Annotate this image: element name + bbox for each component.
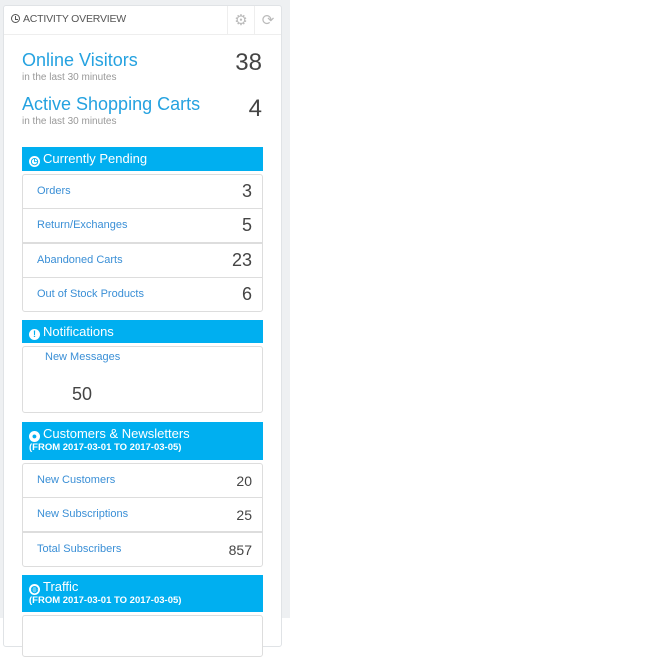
pending-item-orders[interactable]: Orders 3 (23, 175, 262, 209)
pending-item-label[interactable]: Out of Stock Products (37, 288, 144, 300)
new-messages-value: 50 (72, 384, 93, 404)
traffic-title: Traffic (43, 579, 79, 594)
online-visitors-subtitle: in the last 30 minutes (22, 72, 117, 83)
notifications-section-header: ! Notifications (22, 320, 263, 343)
clock-icon: ◷ (29, 156, 40, 167)
customers-item-value: 857 (228, 542, 252, 558)
pending-item-label[interactable]: Return/Exchanges (37, 219, 128, 231)
panel-title-text: Activity Overview (23, 13, 126, 25)
online-visitors-link[interactable]: Online Visitors (22, 50, 138, 71)
pending-item-value: 5 (241, 215, 252, 235)
pending-item-returns[interactable]: Return/Exchanges 5 (23, 209, 262, 244)
customers-list: New Customers 20 New Subscriptions 25 To… (22, 463, 263, 567)
customers-item-new-subscriptions[interactable]: New Subscriptions 25 (23, 498, 262, 533)
customers-item-total-subscribers[interactable]: Total Subscribers 857 (23, 533, 262, 566)
pending-item-value: 6 (241, 284, 252, 304)
traffic-box (22, 615, 263, 657)
customers-item-value: 25 (236, 507, 252, 523)
refresh-button[interactable]: ⟳ (254, 6, 281, 34)
pending-list: Orders 3 Return/Exchanges 5 Abandoned Ca… (22, 174, 263, 312)
gear-icon: ⚙ (234, 11, 248, 29)
configure-button[interactable]: ⚙ (227, 6, 254, 34)
panel-title: Activity Overview (11, 13, 126, 25)
user-icon: ● (29, 431, 40, 442)
activity-overview-panel: Activity Overview ⚙ ⟳ Online Visitors in… (3, 5, 282, 657)
traffic-section-header: ◍ Traffic (FROM 2017-03-01 TO 2017-03-05) (22, 575, 263, 612)
active-carts-value: 4 (248, 95, 262, 122)
panel-header: Activity Overview ⚙ ⟳ (4, 6, 281, 35)
online-visitors-stat: Online Visitors in the last 30 minutes (22, 50, 138, 83)
active-carts-link[interactable]: Active Shopping Carts (22, 94, 200, 115)
notifications-box: New Messages 50 (22, 346, 263, 413)
customers-item-label[interactable]: Total Subscribers (37, 543, 121, 555)
traffic-date-range: (FROM 2017-03-01 TO 2017-03-05) (29, 595, 182, 606)
refresh-icon: ⟳ (261, 11, 275, 29)
customers-date-range: (FROM 2017-03-01 TO 2017-03-05) (29, 442, 182, 453)
pending-item-label[interactable]: Orders (37, 185, 71, 197)
globe-icon: ◍ (29, 584, 40, 595)
pending-item-value: 23 (231, 250, 252, 270)
pending-section-header: ◷ Currently Pending (22, 147, 263, 171)
customers-item-label[interactable]: New Subscriptions (37, 508, 128, 520)
pending-title: Currently Pending (43, 151, 148, 166)
pending-item-value: 3 (241, 181, 252, 201)
pending-item-label[interactable]: Abandoned Carts (37, 254, 123, 266)
clock-icon (11, 14, 20, 23)
exclamation-icon: ! (29, 329, 40, 340)
customers-item-label[interactable]: New Customers (37, 474, 115, 486)
customers-item-value: 20 (236, 473, 252, 489)
active-carts-stat: Active Shopping Carts in the last 30 min… (22, 94, 200, 127)
customers-item-new-customers[interactable]: New Customers 20 (23, 464, 262, 498)
active-carts-subtitle: in the last 30 minutes (22, 116, 117, 127)
pending-item-out-of-stock[interactable]: Out of Stock Products 6 (23, 278, 262, 311)
notifications-title: Notifications (43, 324, 114, 339)
online-visitors-value: 38 (235, 49, 262, 76)
customers-section-header: ● Customers & Newsletters (FROM 2017-03-0… (22, 422, 263, 460)
customers-title: Customers & Newsletters (43, 426, 190, 441)
pending-item-abandoned-carts[interactable]: Abandoned Carts 23 (23, 244, 262, 278)
new-messages-link[interactable]: New Messages (45, 351, 120, 363)
